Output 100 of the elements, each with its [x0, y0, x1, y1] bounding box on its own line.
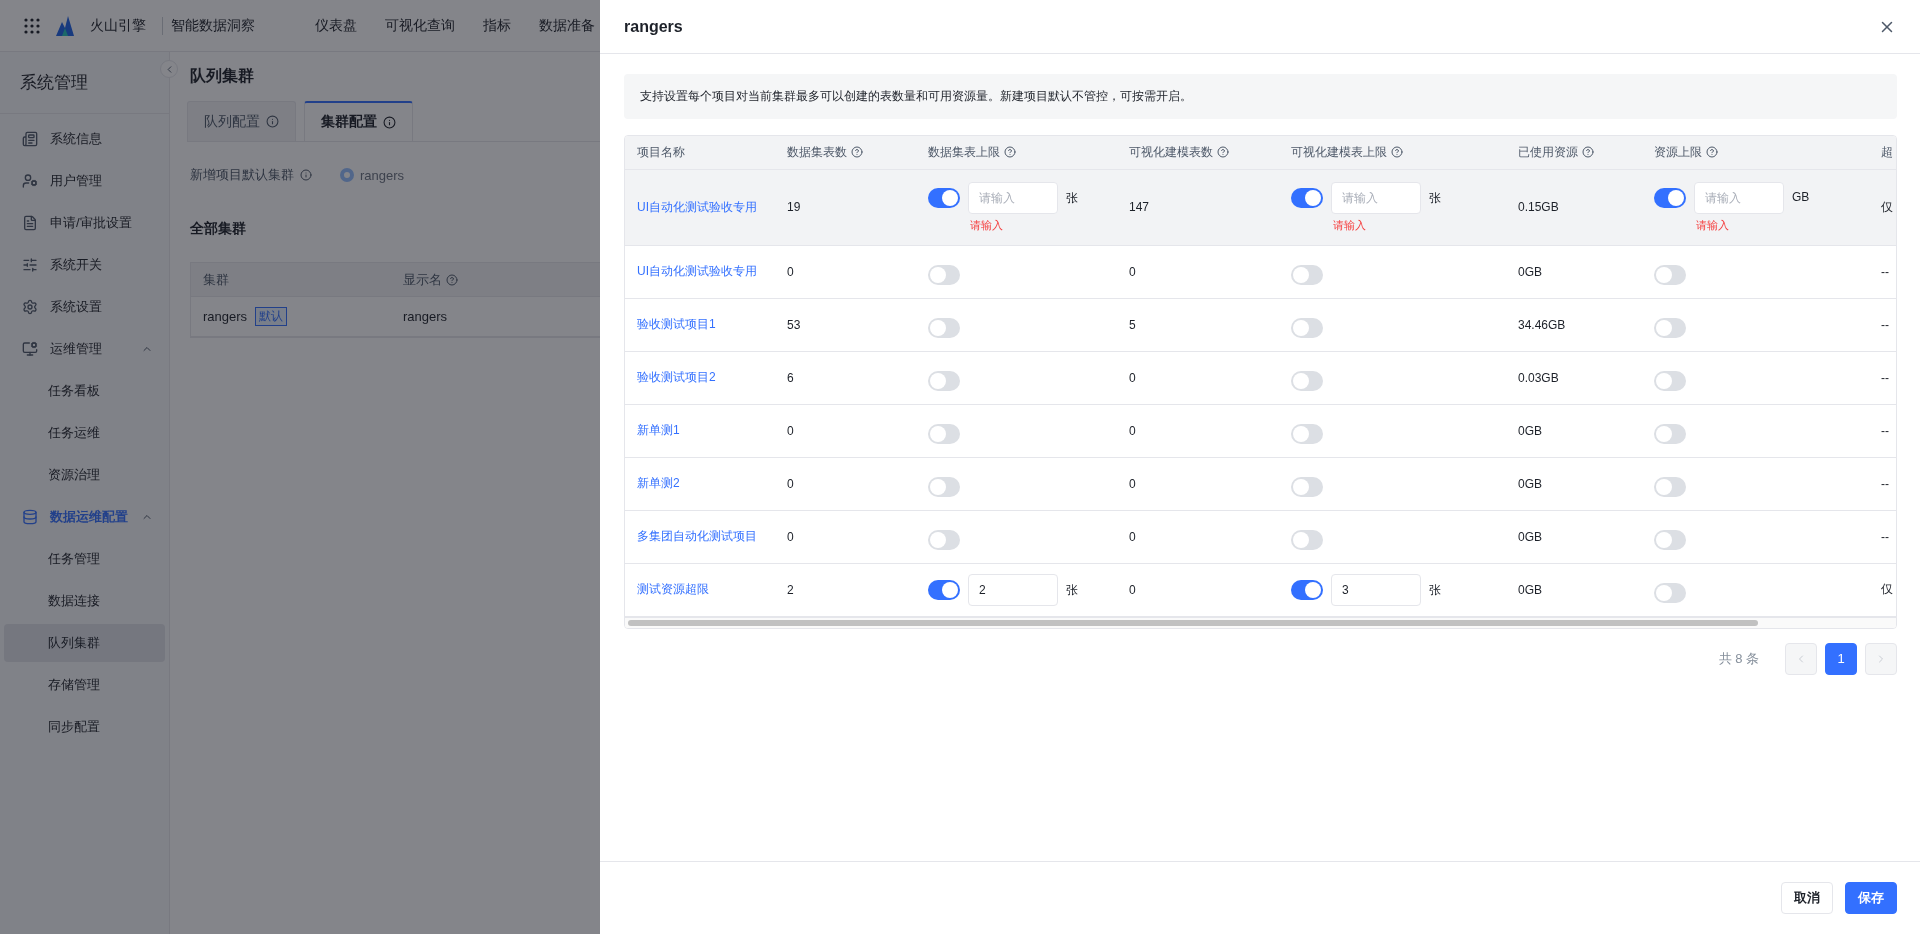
toggle-switch[interactable]: [928, 317, 960, 338]
page-button[interactable]: 1: [1825, 642, 1857, 675]
table-cell: 仅: [1881, 198, 1893, 216]
toggle-switch[interactable]: [1654, 423, 1686, 444]
input-field[interactable]: 请输入: [968, 181, 1058, 214]
previous-page-button[interactable]: [1785, 642, 1817, 675]
toggle-switch[interactable]: [1654, 187, 1686, 208]
toggle-switch[interactable]: [928, 423, 960, 444]
monitor-icon: [22, 341, 38, 357]
column-header: 显示名: [403, 270, 442, 289]
product-name: 智能数据洞察: [162, 16, 255, 35]
table-cell: 6: [787, 370, 794, 385]
toggle-switch[interactable]: [1291, 476, 1323, 497]
table-cell: 0: [787, 423, 794, 438]
input-field[interactable]: 2: [968, 573, 1058, 606]
table-cell: 0GB: [1518, 582, 1542, 597]
menu-item[interactable]: 系统信息: [4, 120, 165, 158]
toggle-switch[interactable]: [1291, 264, 1323, 285]
toggle-switch[interactable]: [1291, 529, 1323, 550]
list-icon: [22, 131, 38, 147]
toggle-switch[interactable]: [1654, 264, 1686, 285]
toggle-switch[interactable]: [1654, 529, 1686, 550]
menu-item[interactable]: 存储管理: [4, 666, 165, 704]
project-link[interactable]: 测试资源超限: [637, 582, 709, 596]
error-text: 请输入: [1695, 217, 1730, 233]
help-icon: [446, 273, 458, 286]
toggle-switch[interactable]: [1291, 187, 1323, 208]
database-icon: [22, 509, 38, 525]
project-link[interactable]: UI自动化测试验收专用: [637, 199, 757, 214]
menu-item[interactable]: 系统设置: [4, 288, 165, 326]
menu-item[interactable]: 任务运维: [4, 414, 165, 452]
menu-item[interactable]: 用户管理: [4, 162, 165, 200]
menu-item[interactable]: 任务看板: [4, 372, 165, 410]
toggle-switch[interactable]: [928, 264, 960, 285]
menu-item[interactable]: 队列集群: [4, 624, 165, 662]
toggle-switch[interactable]: [1654, 317, 1686, 338]
next-page-button[interactable]: [1865, 642, 1897, 675]
toggle-switch[interactable]: [928, 370, 960, 391]
menu-item[interactable]: 系统开关: [4, 246, 165, 284]
menu-group[interactable]: 数据运维配置: [4, 498, 165, 536]
menu-item[interactable]: 同步配置: [4, 708, 165, 746]
app-grid-icon[interactable]: [24, 17, 40, 34]
menu-item[interactable]: 申请/审批设置: [4, 204, 165, 242]
project-link[interactable]: 验收测试项目1: [637, 317, 716, 331]
toggle-switch[interactable]: [928, 579, 960, 600]
tab[interactable]: 集群配置: [304, 101, 413, 141]
nav-item[interactable]: 仪表盘: [315, 16, 357, 35]
toggle-switch[interactable]: [1291, 370, 1323, 391]
nav-item[interactable]: 指标: [483, 16, 511, 35]
table-cell: 仅: [1881, 581, 1893, 598]
toggle-switch[interactable]: [1291, 317, 1323, 338]
sliders-icon: [22, 257, 38, 273]
toggle-switch[interactable]: [928, 476, 960, 497]
project-link[interactable]: 新单测2: [637, 476, 680, 490]
scrollbar[interactable]: [628, 619, 1758, 626]
toggle-switch[interactable]: [1654, 582, 1686, 603]
toggle-switch[interactable]: [1654, 476, 1686, 497]
section-title: 全部集群: [190, 220, 246, 238]
table-cell: --: [1881, 317, 1889, 332]
menu-item[interactable]: 数据连接: [4, 582, 165, 620]
help-icon: [1004, 146, 1016, 159]
table-cell: 147: [1129, 200, 1150, 214]
project-link[interactable]: 新单测1: [637, 423, 680, 437]
tab[interactable]: 队列配置: [187, 101, 296, 141]
drawer-title: rangers: [624, 17, 683, 36]
info-icon: [383, 115, 396, 129]
user-gear-icon: [22, 173, 38, 189]
project-link[interactable]: 验收测试项目2: [637, 370, 716, 384]
toggle-switch[interactable]: [1291, 579, 1323, 600]
menu-item[interactable]: 任务管理: [4, 540, 165, 578]
mountain-logo-icon: [56, 15, 74, 36]
toggle-switch[interactable]: [928, 187, 960, 208]
menu-item[interactable]: 资源治理: [4, 456, 165, 494]
input-field[interactable]: 请输入: [1331, 181, 1421, 214]
nav-item[interactable]: 数据准备: [539, 16, 595, 35]
toggle-switch[interactable]: [1291, 423, 1323, 444]
table-cell: 0GB: [1518, 264, 1542, 279]
table-cell: --: [1881, 476, 1889, 491]
unit-label: GB: [1792, 189, 1810, 204]
total-count: 共 8 条: [1718, 649, 1759, 668]
project-link[interactable]: 多集团自动化测试项目: [637, 529, 757, 543]
input-field[interactable]: 3: [1331, 573, 1421, 606]
error-text: 请输入: [1332, 217, 1367, 233]
radio-button[interactable]: [340, 168, 354, 182]
cancel-button[interactable]: 取消: [1781, 882, 1833, 914]
save-button[interactable]: 保存: [1845, 882, 1897, 914]
nav-item[interactable]: 可视化查询: [385, 16, 455, 35]
table-cell: 0: [787, 529, 794, 544]
input-field[interactable]: 请输入: [1694, 181, 1784, 214]
table-cell: 0: [1129, 476, 1136, 491]
toggle-switch[interactable]: [928, 529, 960, 550]
table-cell: --: [1881, 423, 1889, 438]
collapse-button[interactable]: [160, 60, 178, 78]
toggle-switch[interactable]: [1654, 370, 1686, 391]
table-cell: 0GB: [1518, 423, 1542, 438]
table-cell: 0: [1129, 423, 1136, 438]
table-cell: 0: [787, 476, 794, 491]
project-link[interactable]: UI自动化测试验收专用: [637, 264, 757, 278]
unit-label: 张: [1066, 581, 1078, 599]
menu-group[interactable]: 运维管理: [4, 330, 165, 368]
